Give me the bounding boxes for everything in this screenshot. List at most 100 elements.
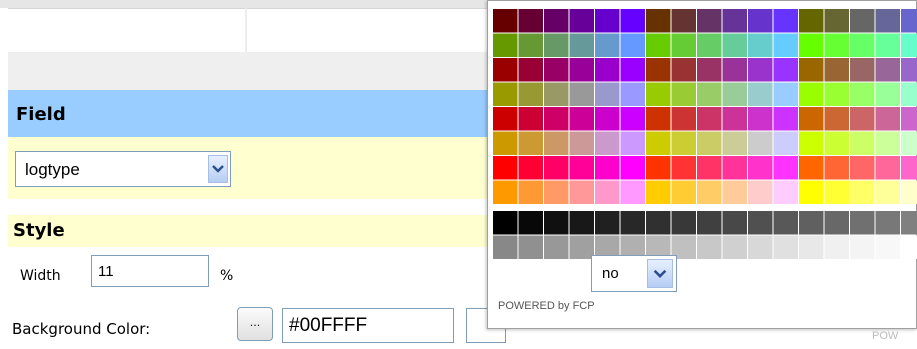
color-swatch[interactable] — [824, 33, 850, 58]
color-swatch[interactable] — [824, 58, 850, 82]
color-swatch[interactable] — [646, 131, 671, 156]
color-swatch[interactable] — [850, 82, 875, 107]
color-swatch[interactable] — [748, 211, 773, 235]
color-swatch[interactable] — [722, 235, 748, 260]
color-swatch[interactable] — [493, 235, 518, 260]
color-swatch[interactable] — [773, 58, 799, 82]
color-swatch[interactable] — [544, 58, 569, 82]
color-swatch[interactable] — [646, 211, 671, 235]
color-swatch[interactable] — [875, 33, 901, 58]
field-select-dropdown-button[interactable] — [208, 155, 228, 183]
color-swatch[interactable] — [697, 156, 722, 180]
color-swatch[interactable] — [671, 82, 697, 107]
color-swatch[interactable] — [595, 180, 620, 205]
color-swatch[interactable] — [493, 58, 518, 82]
color-swatch[interactable] — [901, 82, 917, 107]
color-swatch[interactable] — [850, 33, 875, 58]
color-swatch[interactable] — [569, 107, 595, 131]
color-swatch[interactable] — [569, 58, 595, 82]
color-swatch[interactable] — [671, 58, 697, 82]
color-swatch[interactable] — [748, 33, 773, 58]
color-swatch[interactable] — [646, 33, 671, 58]
color-swatch[interactable] — [544, 156, 569, 180]
color-swatch[interactable] — [722, 156, 748, 180]
color-swatch[interactable] — [620, 82, 646, 107]
color-swatch[interactable] — [569, 33, 595, 58]
color-swatch[interactable] — [518, 33, 544, 58]
color-swatch[interactable] — [875, 235, 901, 260]
color-swatch[interactable] — [850, 58, 875, 82]
color-swatch[interactable] — [824, 82, 850, 107]
websafe-select-dropdown-button[interactable] — [647, 259, 673, 288]
color-swatch[interactable] — [773, 180, 799, 205]
color-swatch[interactable] — [595, 211, 620, 235]
color-swatch[interactable] — [850, 156, 875, 180]
color-swatch[interactable] — [697, 9, 722, 33]
color-swatch[interactable] — [544, 9, 569, 33]
color-swatch[interactable] — [875, 131, 901, 156]
color-swatch[interactable] — [697, 58, 722, 82]
color-swatch[interactable] — [875, 58, 901, 82]
color-swatch[interactable] — [493, 211, 518, 235]
color-swatch[interactable] — [901, 180, 917, 205]
color-swatch[interactable] — [518, 131, 544, 156]
field-select[interactable]: logtype — [15, 151, 231, 187]
color-swatch[interactable] — [773, 33, 799, 58]
color-swatch[interactable] — [518, 156, 544, 180]
color-swatch[interactable] — [620, 211, 646, 235]
color-swatch[interactable] — [595, 82, 620, 107]
color-swatch[interactable] — [824, 9, 850, 33]
color-swatch[interactable] — [671, 107, 697, 131]
color-swatch[interactable] — [671, 180, 697, 205]
color-swatch[interactable] — [569, 9, 595, 33]
color-swatch[interactable] — [595, 58, 620, 82]
color-swatch[interactable] — [773, 156, 799, 180]
color-swatch[interactable] — [646, 180, 671, 205]
color-swatch[interactable] — [646, 107, 671, 131]
color-swatch[interactable] — [748, 107, 773, 131]
color-swatch[interactable] — [748, 82, 773, 107]
color-swatch[interactable] — [544, 82, 569, 107]
color-swatch[interactable] — [544, 235, 569, 260]
color-swatch[interactable] — [544, 131, 569, 156]
color-swatch[interactable] — [671, 33, 697, 58]
color-swatch[interactable] — [773, 235, 799, 260]
color-swatch[interactable] — [620, 156, 646, 180]
color-swatch[interactable] — [671, 156, 697, 180]
color-swatch[interactable] — [671, 9, 697, 33]
color-swatch[interactable] — [620, 180, 646, 205]
color-swatch[interactable] — [722, 180, 748, 205]
color-swatch[interactable] — [595, 33, 620, 58]
color-swatch[interactable] — [671, 131, 697, 156]
color-swatch[interactable] — [901, 235, 917, 260]
color-swatch[interactable] — [824, 180, 850, 205]
color-swatch[interactable] — [824, 131, 850, 156]
color-swatch[interactable] — [518, 235, 544, 260]
color-swatch[interactable] — [773, 211, 799, 235]
color-swatch[interactable] — [824, 107, 850, 131]
color-swatch[interactable] — [748, 156, 773, 180]
color-swatch[interactable] — [595, 107, 620, 131]
color-swatch[interactable] — [824, 211, 850, 235]
color-swatch[interactable] — [646, 58, 671, 82]
websafe-select[interactable]: no — [591, 255, 677, 292]
color-swatch[interactable] — [722, 131, 748, 156]
color-swatch[interactable] — [773, 9, 799, 33]
color-swatch[interactable] — [722, 33, 748, 58]
color-swatch[interactable] — [697, 180, 722, 205]
color-swatch[interactable] — [518, 211, 544, 235]
color-swatch[interactable] — [646, 156, 671, 180]
color-swatch[interactable] — [799, 211, 824, 235]
color-swatch[interactable] — [493, 180, 518, 205]
color-swatch[interactable] — [569, 180, 595, 205]
color-swatch[interactable] — [595, 131, 620, 156]
color-swatch[interactable] — [748, 180, 773, 205]
color-swatch[interactable] — [518, 58, 544, 82]
color-swatch[interactable] — [850, 235, 875, 260]
color-swatch[interactable] — [799, 156, 824, 180]
color-swatch[interactable] — [799, 180, 824, 205]
color-swatch[interactable] — [493, 9, 518, 33]
color-swatch[interactable] — [697, 33, 722, 58]
color-swatch[interactable] — [850, 211, 875, 235]
color-swatch[interactable] — [493, 107, 518, 131]
